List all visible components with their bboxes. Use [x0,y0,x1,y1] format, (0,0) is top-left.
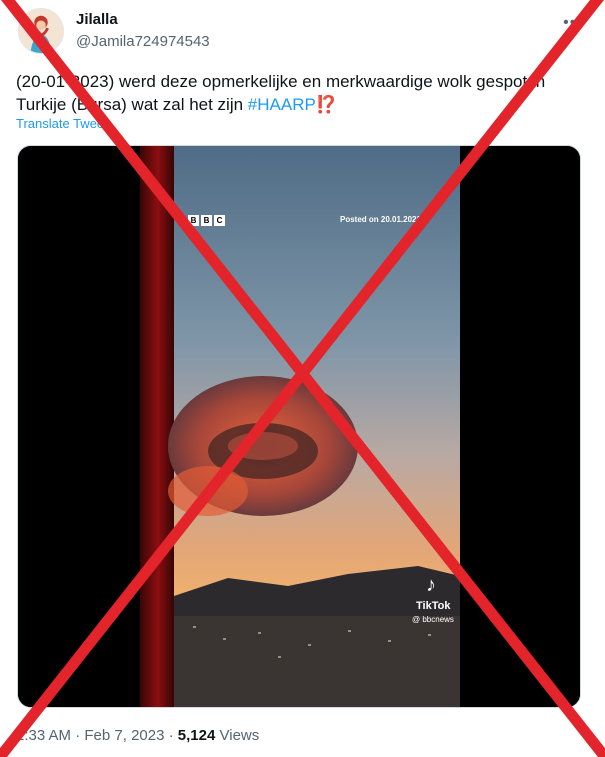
posted-on-label: Posted on 20.01.2023 [340,215,421,224]
bbc-letter: C [214,215,225,226]
translate-tweet-link[interactable]: Translate Tweet [16,116,108,131]
avatar[interactable] [18,8,64,54]
meta-separator: · [71,727,85,744]
bbc-letter: B [201,215,212,226]
bbc-logo: B B C [188,215,225,226]
tweet-time[interactable]: 2:33 AM [16,727,71,744]
tweet-date[interactable]: Feb 7, 2023 [84,727,164,744]
hashtag-link[interactable]: #HAARP [248,95,316,114]
more-options-button[interactable]: ••• [560,10,586,36]
more-icon: ••• [563,14,583,31]
tweet-text: (20-01-2023) werd deze opmerkelijke en m… [16,70,586,116]
user-handle[interactable]: @Jamila724974543 [76,33,210,50]
video-frame [18,146,580,707]
interrobang-emoji: ⁉️ [315,95,337,114]
tiktok-handle: @ bbcnews [412,615,454,624]
display-name[interactable]: Jilalla [76,11,118,28]
views-label: Views [215,727,260,744]
views-count: 5,124 [177,727,216,744]
avatar-image [19,9,63,53]
meta-separator: · [164,727,178,744]
tiktok-icon: ♪ [426,574,436,596]
video-media[interactable]: B B C Posted on 20.01.2023 ♪ TikTok @ bb… [17,145,581,708]
tweet-meta: 2:33 AM · Feb 7, 2023 · 5,124 Views [16,727,259,744]
tiktok-watermark: TikTok [416,600,451,612]
bbc-letter: B [188,215,199,226]
